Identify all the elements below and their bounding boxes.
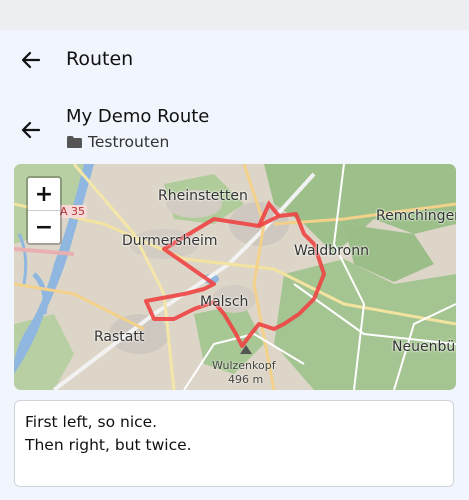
map-label-durmersheim: Durmersheim <box>122 233 218 249</box>
map-label-rheinstetten: Rheinstetten <box>158 188 248 204</box>
status-bar <box>0 0 469 30</box>
route-header: My Demo Route Testrouten <box>0 102 469 158</box>
route-folder[interactable]: Testrouten <box>66 133 169 151</box>
route-map[interactable]: Rheinstetten Remchingen Durmersheim Wald… <box>14 164 456 390</box>
folder-icon <box>67 136 82 148</box>
zoom-in-button[interactable]: + <box>28 178 60 211</box>
map-label-waldbronn: Waldbronn <box>294 243 369 259</box>
map-label-malsch: Malsch <box>200 294 249 310</box>
zoom-control: + − <box>26 176 62 245</box>
map-label-peak: Wulzenkopf <box>212 359 276 372</box>
arrow-left-icon <box>21 121 41 139</box>
map-label-rastatt: Rastatt <box>94 329 145 345</box>
back-button[interactable] <box>14 43 48 77</box>
folder-label: Testrouten <box>88 133 170 151</box>
map-label-peak-elevation: 496 m <box>228 373 264 386</box>
map-label-road: A 35 <box>58 205 88 218</box>
top-app-bar: Routen <box>0 30 469 92</box>
map-label-remchingen: Remchingen <box>376 208 456 224</box>
map-label-neuenbuerg: Neuenbü <box>392 339 456 355</box>
route-back-button[interactable] <box>14 113 48 147</box>
route-name: My Demo Route <box>66 106 210 127</box>
app-screen: Routen My Demo Route Testrouten Rheinste… <box>0 30 469 500</box>
route-notes-field[interactable]: First left, so nice. Then right, but twi… <box>14 400 454 487</box>
arrow-left-icon <box>21 51 41 69</box>
zoom-out-button[interactable]: − <box>28 211 60 243</box>
page-title: Routen <box>66 48 134 70</box>
